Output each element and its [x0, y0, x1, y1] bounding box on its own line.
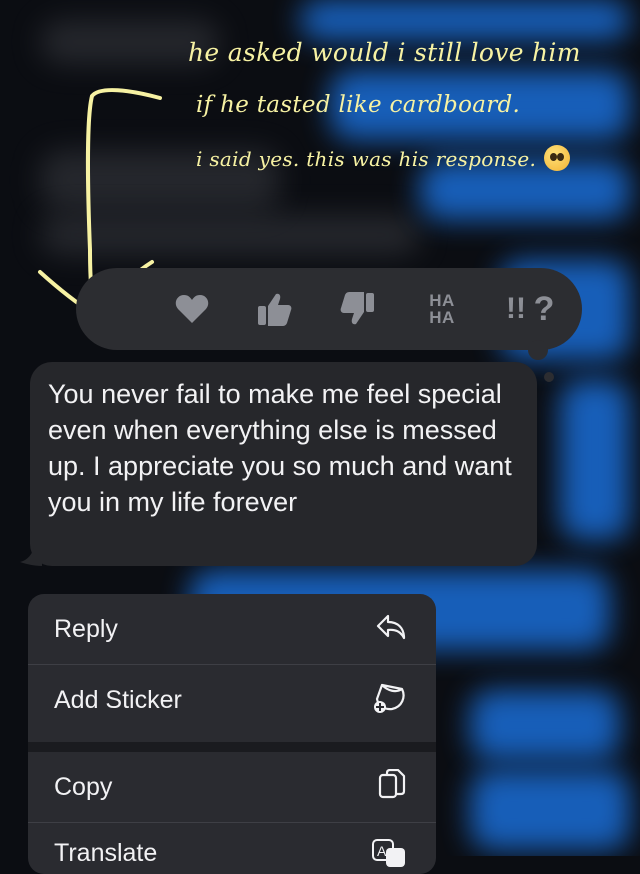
- pleading-face-emoji-icon: [544, 144, 571, 171]
- caption-line-1: he asked would i still love him: [188, 38, 581, 67]
- menu-item-translate[interactable]: Translate A: [28, 823, 436, 874]
- caption-line-3: i said yes. this was his response.: [196, 144, 571, 174]
- reply-icon: [376, 614, 406, 645]
- tapback-reaction-bar: HA HA !! ?: [76, 268, 582, 350]
- handwritten-caption: he asked would i still love him if he ta…: [0, 0, 640, 200]
- menu-item-label: Add Sticker: [54, 685, 182, 714]
- thumbs-up-icon[interactable]: [244, 268, 304, 350]
- menu-item-copy[interactable]: Copy: [28, 752, 436, 822]
- menu-item-label: Copy: [54, 772, 113, 801]
- translate-icon: A: [372, 839, 406, 874]
- heart-icon[interactable]: [162, 268, 222, 350]
- sticker-icon: [372, 681, 406, 720]
- question-icon[interactable]: ?: [514, 268, 574, 350]
- message-bubble[interactable]: You never fail to make me feel special e…: [30, 362, 537, 566]
- haha-icon[interactable]: HA HA: [412, 268, 472, 350]
- menu-item-label: Reply: [54, 614, 118, 643]
- thumbs-down-icon[interactable]: [328, 268, 388, 350]
- tapback-tail-dot: [544, 372, 554, 382]
- menu-item-label: Translate: [54, 839, 158, 867]
- context-menu: Reply Add Sticker Copy Translate A: [28, 594, 436, 874]
- tapback-tail: [528, 340, 548, 360]
- message-bubble-tail: [20, 548, 42, 566]
- copy-icon: [378, 768, 406, 806]
- menu-section-gap: [28, 742, 436, 752]
- menu-item-reply[interactable]: Reply: [28, 594, 436, 664]
- svg-text:A: A: [377, 843, 387, 859]
- caption-line-2: if he tasted like cardboard.: [196, 92, 521, 118]
- message-text: You never fail to make me feel special e…: [48, 379, 512, 517]
- menu-item-add-sticker[interactable]: Add Sticker: [28, 665, 436, 735]
